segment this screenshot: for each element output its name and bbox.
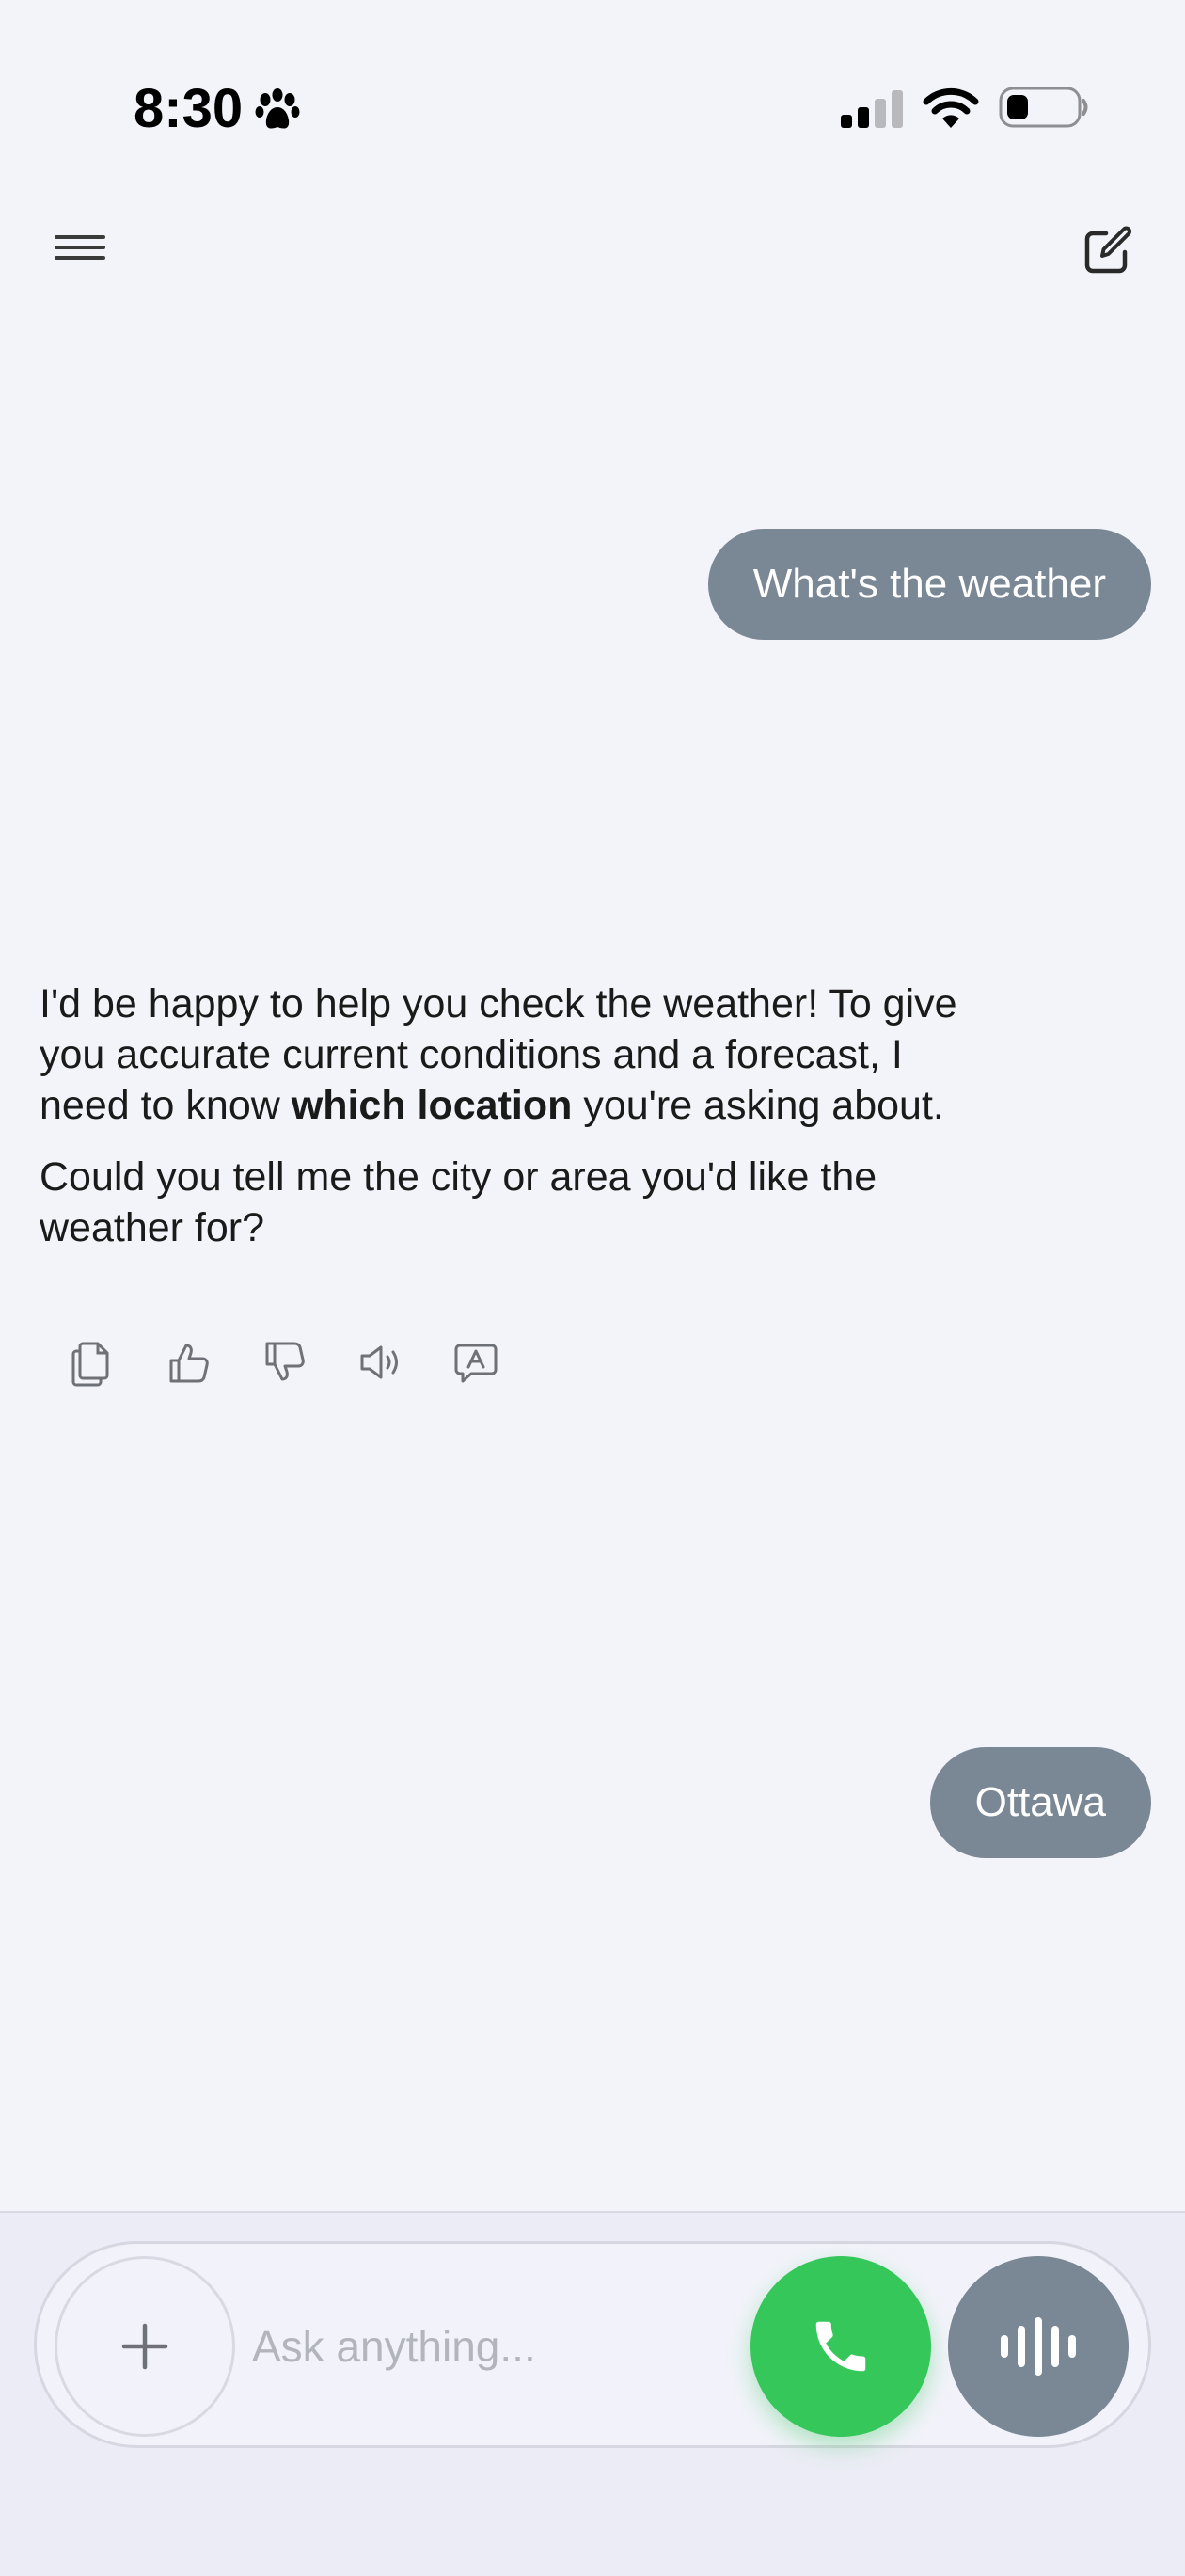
assistant-message: I'd be happy to help you check the weath… <box>40 978 971 1274</box>
status-time: 8:30 <box>134 78 244 139</box>
thumbs-up-button[interactable] <box>162 1336 214 1389</box>
message-actions <box>66 1336 502 1392</box>
new-chat-button[interactable] <box>1078 222 1136 280</box>
plus-icon <box>121 2323 168 2370</box>
speaker-icon <box>360 1345 398 1379</box>
menu-button[interactable] <box>45 222 113 277</box>
voice-mode-button[interactable] <box>948 2256 1129 2437</box>
read-aloud-button[interactable] <box>354 1336 406 1389</box>
copy-icon <box>71 1342 109 1387</box>
cellular-signal-icon <box>841 90 903 128</box>
phone-icon <box>815 2321 866 2372</box>
user-message-bubble[interactable]: What's the weather <box>707 529 1151 640</box>
thumbs-down-icon <box>265 1342 305 1381</box>
thumbs-down-button[interactable] <box>258 1336 310 1389</box>
battery-icon <box>999 87 1088 128</box>
compose-icon <box>1084 226 1131 274</box>
wifi-icon <box>923 87 979 128</box>
translate-icon <box>454 1344 498 1383</box>
paw-icon <box>255 88 300 129</box>
ask-input[interactable] <box>252 2307 722 2386</box>
thumbs-up-icon <box>169 1344 209 1383</box>
hamburger-menu-icon <box>55 235 105 260</box>
user-message-bubble[interactable]: Ottawa <box>929 1747 1151 1858</box>
add-attachment-button[interactable] <box>55 2256 235 2437</box>
status-bar: 8:30 <box>0 0 1185 216</box>
assistant-paragraph: Could you tell me the city or area you'd… <box>40 1154 877 1250</box>
waveform-icon <box>1001 2317 1076 2376</box>
voice-call-button[interactable] <box>750 2256 931 2437</box>
assistant-paragraph: I'd be happy to help you check the weath… <box>40 981 957 1128</box>
copy-button[interactable] <box>66 1336 118 1389</box>
translate-button[interactable] <box>450 1336 502 1389</box>
